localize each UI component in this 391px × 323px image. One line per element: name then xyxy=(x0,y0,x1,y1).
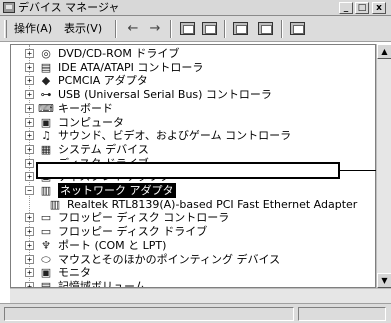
scan-hardware-icon[interactable] xyxy=(290,22,305,35)
tree-item-label: 記憶域ボリューム xyxy=(58,279,146,288)
tree-item-label: Realtek RTL8139(A)-based PCI Fast Ethern… xyxy=(67,197,358,211)
device-manager-icon xyxy=(3,2,15,13)
tree-item-label: マウスとそのほかのポインティング デバイス xyxy=(58,252,281,266)
monitor-icon: ▣ xyxy=(40,266,52,280)
toolbar-separator xyxy=(115,20,117,38)
expand-toggle[interactable]: + xyxy=(25,103,34,113)
keyboard-icon: ⌨ xyxy=(38,101,54,115)
ide-controller-icon: ▤ xyxy=(40,60,52,74)
menu-grip xyxy=(4,20,7,38)
expand-toggle[interactable]: + xyxy=(25,76,34,86)
floppy-drive-icon: ▭ xyxy=(40,225,52,239)
expand-toggle[interactable]: + xyxy=(25,158,34,168)
show-hide-tree-icon[interactable] xyxy=(202,22,217,35)
minimize-button[interactable]: _ xyxy=(339,2,353,14)
port-icon: ♆ xyxy=(41,238,51,252)
toolbar-separator xyxy=(170,20,172,38)
vertical-scrollbar[interactable]: ▲ ▼ xyxy=(376,44,391,288)
tree-item[interactable]: ▥ Realtek RTL8139(A)-based PCI Fast Ether… xyxy=(47,197,358,212)
expand-toggle[interactable]: + xyxy=(25,240,34,250)
computer-icon: ▣ xyxy=(40,115,52,129)
highlight-box xyxy=(36,162,340,179)
expand-toggle[interactable]: + xyxy=(25,62,34,72)
expand-toggle[interactable]: + xyxy=(25,213,34,223)
floppy-controller-icon: ▭ xyxy=(40,211,52,225)
expand-toggle[interactable]: + xyxy=(25,172,34,182)
expand-toggle[interactable]: + xyxy=(25,227,34,237)
system-device-icon: ▦ xyxy=(40,142,52,156)
menu-toolbar: 操作(A) 表示(V) ← → xyxy=(0,16,391,42)
menu-action[interactable]: 操作(A) xyxy=(14,22,52,36)
back-arrow-icon[interactable]: ← xyxy=(124,21,142,37)
pcmcia-icon: ◆ xyxy=(41,74,51,88)
expand-toggle[interactable]: + xyxy=(25,268,34,278)
maximize-button[interactable]: □ xyxy=(355,2,369,14)
sound-icon: ♫ xyxy=(41,129,51,143)
collapse-toggle[interactable]: − xyxy=(25,186,34,195)
up-level-icon[interactable] xyxy=(180,22,195,35)
storage-icon: ▤ xyxy=(40,279,52,288)
scroll-up-button[interactable]: ▲ xyxy=(377,44,391,59)
close-button[interactable]: x xyxy=(372,2,386,14)
expand-toggle[interactable]: + xyxy=(25,254,34,264)
status-pane-secondary xyxy=(298,307,386,321)
horizontal-scrollbar[interactable] xyxy=(10,288,391,303)
forward-arrow-icon[interactable]: → xyxy=(146,21,164,37)
network-adapter-icon: ▥ xyxy=(40,184,52,197)
cdrom-icon: ◎ xyxy=(41,47,51,60)
menu-view[interactable]: 表示(V) xyxy=(64,22,102,36)
toolbar-separator xyxy=(224,20,226,38)
status-bar xyxy=(0,303,391,323)
window-title: デバイス マネージャ xyxy=(18,1,120,14)
help-icon[interactable] xyxy=(258,22,273,35)
toolbar-separator xyxy=(281,20,283,38)
title-bar: デバイス マネージャ _ □ x xyxy=(0,0,391,16)
scroll-down-button[interactable]: ▼ xyxy=(377,273,391,288)
properties-icon[interactable] xyxy=(233,22,248,35)
mouse-icon: ⬭ xyxy=(41,252,51,266)
expand-toggle[interactable]: + xyxy=(25,144,34,154)
expand-toggle[interactable]: + xyxy=(25,131,34,141)
status-pane-main xyxy=(4,307,294,321)
usb-icon: ⊶ xyxy=(40,88,52,102)
expand-toggle[interactable]: + xyxy=(25,90,34,100)
expand-toggle[interactable]: + xyxy=(25,117,34,127)
network-card-icon: ▥ xyxy=(49,197,61,211)
tree-item[interactable]: + ▤ 記憶域ボリューム xyxy=(25,279,146,288)
expand-toggle[interactable]: + xyxy=(25,49,34,58)
